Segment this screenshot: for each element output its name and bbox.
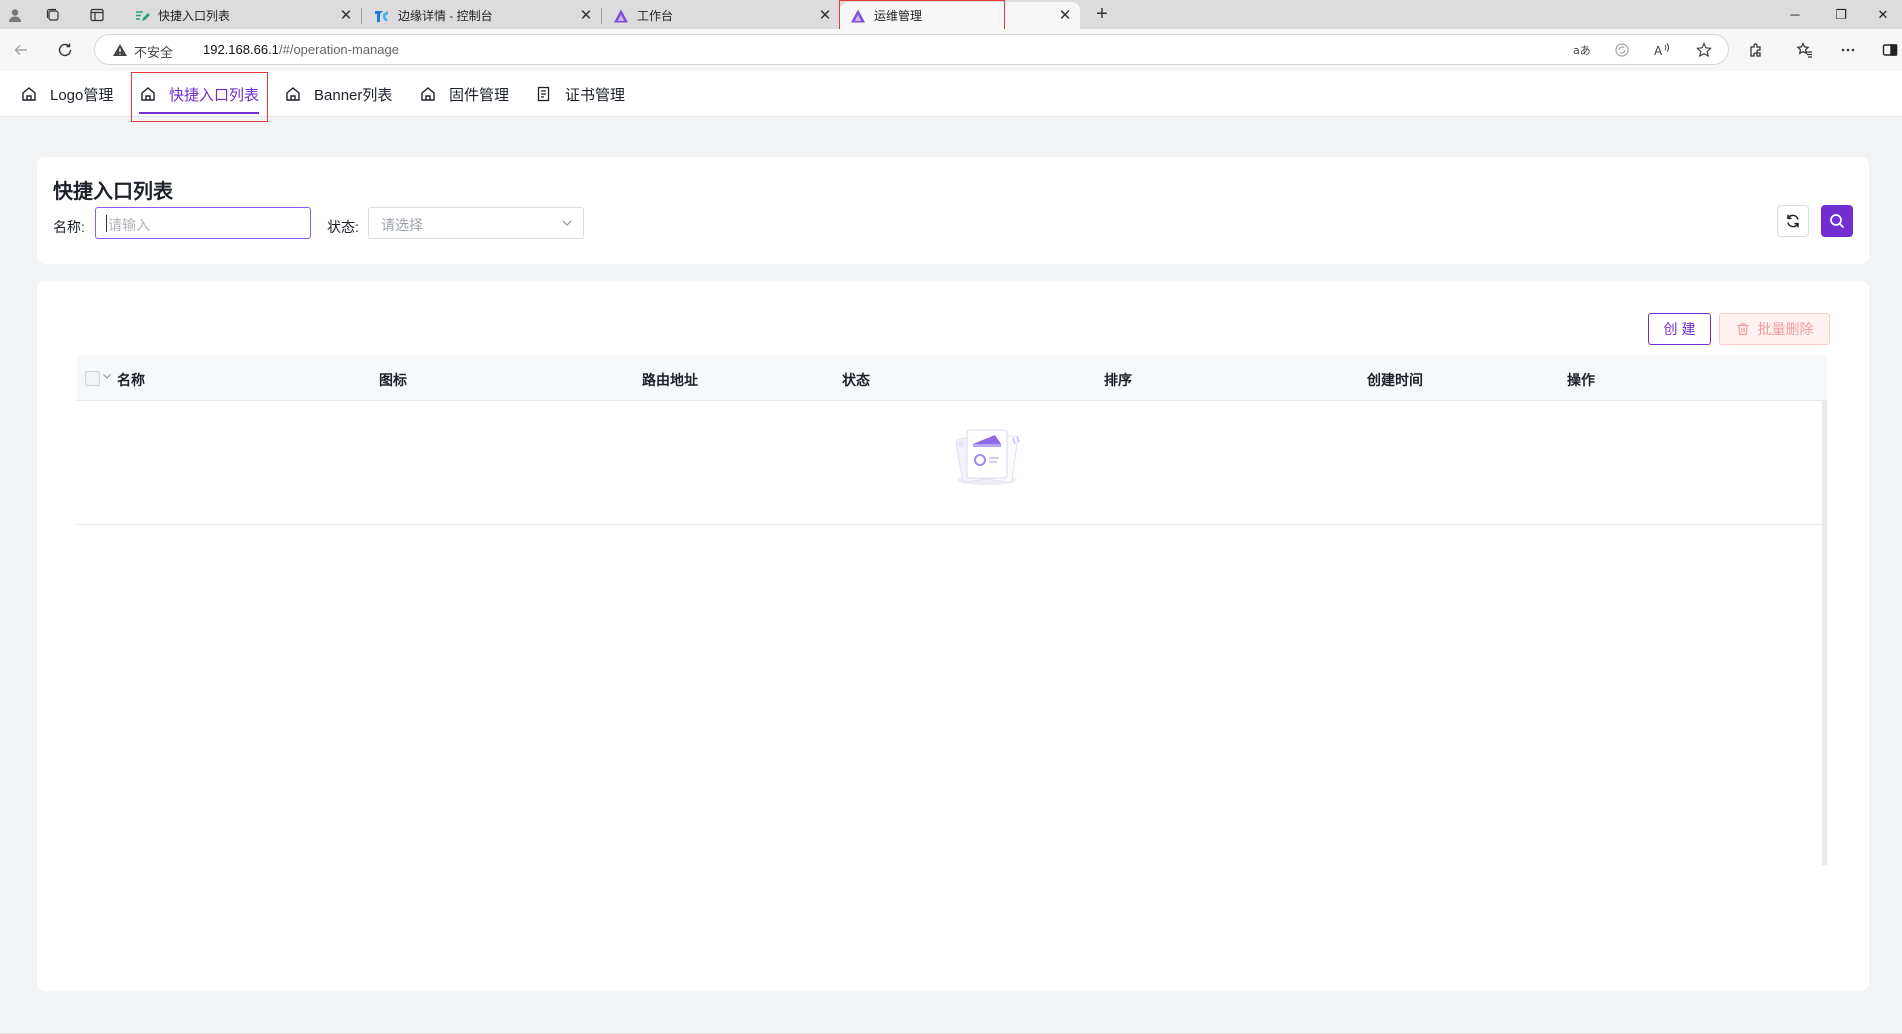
home-icon bbox=[20, 85, 38, 103]
security-status-label[interactable]: 不安全 bbox=[134, 42, 173, 61]
top-navigation: Logo管理 快捷入口列表 Banner列表 固件管理 证书管理 bbox=[0, 71, 1902, 122]
nav-item-label: Banner列表 bbox=[314, 86, 393, 104]
back-button[interactable] bbox=[7, 36, 35, 64]
workspaces-icon[interactable] bbox=[38, 0, 68, 29]
browser-tab[interactable]: 边缘详情 - 控制台 ✕ bbox=[364, 2, 602, 29]
refresh-icon bbox=[1787, 214, 1799, 228]
nav-item-label: 快捷入口列表 bbox=[169, 86, 260, 104]
name-filter-label: 名称: bbox=[53, 219, 85, 235]
batch-delete-label: 批量删除 bbox=[1757, 321, 1814, 337]
restore-button[interactable]: ❐ bbox=[1818, 0, 1864, 29]
extensions-icon[interactable] bbox=[1746, 40, 1766, 60]
url-host: 192.168.66.1 bbox=[203, 42, 279, 57]
column-header-icon: 图标 bbox=[379, 372, 407, 388]
nav-item-banner-list[interactable]: Banner列表 bbox=[284, 71, 392, 117]
column-header-actions: 操作 bbox=[1567, 372, 1595, 388]
chevron-down-icon[interactable] bbox=[102, 371, 112, 381]
tab-divider bbox=[361, 8, 362, 24]
close-icon[interactable]: ✕ bbox=[816, 6, 834, 24]
browser-tab[interactable]: 快捷入口列表 ✕ bbox=[124, 2, 362, 29]
home-icon bbox=[139, 85, 157, 103]
column-header-name: 名称 bbox=[117, 372, 145, 388]
page-title: 快捷入口列表 bbox=[53, 181, 173, 203]
svg-text:A: A bbox=[1654, 44, 1663, 58]
nav-item-label: 固件管理 bbox=[449, 86, 510, 104]
refresh-button[interactable] bbox=[1777, 205, 1809, 237]
favorite-star-icon[interactable] bbox=[1694, 40, 1714, 60]
new-tab-button[interactable]: + bbox=[1088, 2, 1116, 26]
trash-icon bbox=[1737, 323, 1748, 336]
select-all-checkbox[interactable] bbox=[85, 371, 100, 386]
svg-text:aあ: aあ bbox=[1573, 44, 1591, 57]
reload-button[interactable] bbox=[51, 36, 79, 64]
table-panel: 创建 批量删除 名称 图标 路由地址 状态 排序 创建时间 操作 bbox=[37, 281, 1869, 991]
search-panel: 快捷入口列表 名称: 请输入 状态: 请选择 bbox=[37, 157, 1869, 264]
browser-tab-title: 快捷入口列表 bbox=[158, 9, 231, 23]
browser-tab-title: 工作台 bbox=[637, 9, 674, 23]
address-bar-row: 不安全 192.168.66.1 /#/operation-manage aあ … bbox=[0, 29, 1902, 71]
nav-item-firmware-manage[interactable]: 固件管理 bbox=[419, 71, 509, 117]
column-header-status: 状态 bbox=[842, 372, 870, 388]
warning-icon bbox=[113, 44, 127, 56]
chevron-down-icon bbox=[562, 220, 572, 226]
table-scrollbar[interactable] bbox=[1822, 401, 1827, 865]
app-root: Logo管理 快捷入口列表 Banner列表 固件管理 证书管理 快捷入口列表 … bbox=[0, 71, 1902, 1034]
read-aloud-icon[interactable]: A bbox=[1652, 40, 1672, 60]
name-search-input[interactable]: 请输入 bbox=[95, 207, 311, 239]
minimize-button[interactable]: ─ bbox=[1772, 0, 1818, 29]
browser-tab-strip: 快捷入口列表 ✕ 边缘详情 - 控制台 ✕ 工作台 ✕ 运维管理 ✕ + ─ ❐… bbox=[0, 0, 1902, 32]
url-field[interactable]: 不安全 192.168.66.1 /#/operation-manage bbox=[94, 34, 1729, 65]
nav-item-label: 证书管理 bbox=[565, 86, 626, 104]
batch-delete-button[interactable]: 批量删除 bbox=[1719, 313, 1830, 345]
url-path: /#/operation-manage bbox=[279, 42, 399, 57]
column-header-sort: 排序 bbox=[1104, 372, 1132, 388]
nav-item-label: Logo管理 bbox=[50, 86, 114, 104]
browser-tab-title: 边缘详情 - 控制台 bbox=[398, 9, 493, 23]
close-icon[interactable]: ✕ bbox=[337, 6, 355, 24]
browser-tab[interactable]: 工作台 ✕ bbox=[603, 2, 840, 29]
column-header-created-time: 创建时间 bbox=[1367, 372, 1423, 388]
favorites-list-icon[interactable] bbox=[1795, 40, 1815, 60]
table-body-empty bbox=[77, 401, 1827, 525]
home-icon bbox=[419, 85, 437, 103]
nav-item-logo-manage[interactable]: Logo管理 bbox=[20, 71, 113, 117]
document-icon bbox=[535, 85, 553, 103]
status-filter-label: 状态: bbox=[327, 219, 359, 235]
sidebar-toggle-icon[interactable] bbox=[1880, 40, 1900, 60]
create-button[interactable]: 创建 bbox=[1648, 313, 1711, 345]
more-options-icon[interactable] bbox=[1838, 40, 1858, 60]
translate-icon[interactable]: aあ bbox=[1572, 40, 1592, 60]
vertical-tabs-icon[interactable] bbox=[82, 0, 112, 29]
search-button[interactable] bbox=[1821, 205, 1853, 237]
table-header: 名称 图标 路由地址 状态 排序 创建时间 操作 bbox=[77, 355, 1827, 401]
profile-icon[interactable] bbox=[0, 0, 30, 29]
tab-divider bbox=[601, 8, 602, 24]
column-header-route: 路由地址 bbox=[642, 372, 698, 388]
status-select[interactable]: 请选择 bbox=[368, 207, 584, 239]
close-icon[interactable]: ✕ bbox=[577, 6, 595, 24]
triangle-logo-icon bbox=[850, 8, 866, 24]
pen-list-icon bbox=[134, 8, 150, 24]
search-icon bbox=[1830, 214, 1845, 229]
home-icon bbox=[284, 85, 302, 103]
nav-item-certificate-manage[interactable]: 证书管理 bbox=[535, 71, 625, 117]
sync-disabled-icon[interactable] bbox=[1612, 40, 1632, 60]
name-search-placeholder: 请输入 bbox=[108, 217, 150, 233]
browser-tab-active[interactable]: 运维管理 ✕ bbox=[840, 2, 1080, 29]
status-select-placeholder: 请选择 bbox=[381, 217, 423, 233]
triangle-logo-icon bbox=[613, 8, 629, 24]
nav-item-shortcut-list[interactable]: 快捷入口列表 bbox=[131, 71, 267, 117]
empty-state-illustration bbox=[955, 429, 1020, 485]
browser-tab-title: 运维管理 bbox=[874, 9, 923, 23]
close-icon[interactable]: ✕ bbox=[1056, 6, 1074, 24]
tk-logo-icon bbox=[374, 8, 390, 24]
window-close-button[interactable]: ✕ bbox=[1864, 0, 1902, 29]
